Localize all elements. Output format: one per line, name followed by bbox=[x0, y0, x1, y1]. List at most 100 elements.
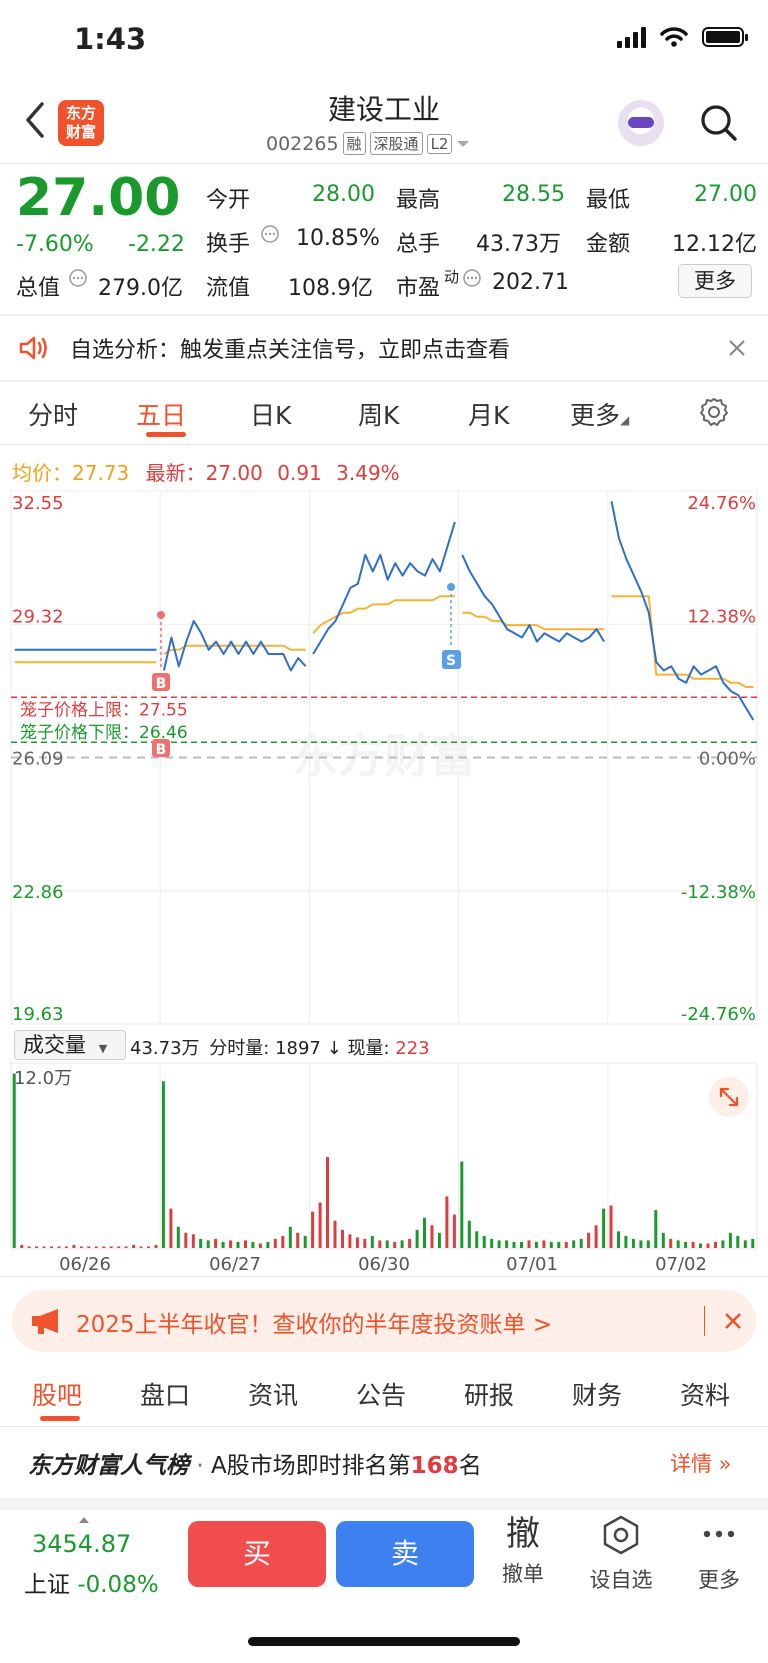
volume-bar bbox=[169, 1208, 173, 1248]
tab-announcements[interactable]: 公告 bbox=[356, 1376, 406, 1412]
dropdown-triangle-icon: ▼ bbox=[98, 1042, 108, 1055]
status-icons bbox=[617, 26, 748, 48]
volume-bar bbox=[437, 1232, 441, 1248]
close-icon[interactable] bbox=[724, 1312, 742, 1330]
svg-text:B: B bbox=[156, 742, 167, 758]
volume-bar bbox=[751, 1238, 755, 1248]
volume-bar bbox=[542, 1240, 546, 1248]
pe-value: 202.71 bbox=[492, 270, 569, 295]
volume-bar bbox=[572, 1240, 576, 1248]
index-row[interactable]: 上证 -0.08% bbox=[24, 1565, 159, 1599]
divider bbox=[0, 163, 768, 164]
rank-suffix: 名 bbox=[458, 1453, 482, 1479]
chart-tabs: 分时 五日 日K 周K 月K 更多◢ bbox=[0, 382, 768, 444]
price-line bbox=[14, 501, 755, 721]
volume-bar bbox=[355, 1237, 359, 1248]
info-dots-icon[interactable] bbox=[68, 268, 88, 288]
rank-brand: 东方财富人气榜 bbox=[28, 1453, 189, 1479]
volume-chart-frame bbox=[10, 1062, 758, 1250]
settings-gear-icon[interactable] bbox=[698, 396, 730, 428]
average-price-line bbox=[14, 595, 754, 688]
volume-bar bbox=[669, 1238, 673, 1248]
info-dots-icon[interactable] bbox=[462, 268, 482, 288]
robot-assistant-icon[interactable] bbox=[618, 100, 664, 146]
volume-bar bbox=[57, 1246, 61, 1248]
volume-bar bbox=[639, 1240, 643, 1248]
tab-five-day[interactable]: 五日 bbox=[136, 396, 186, 432]
popularity-rank[interactable]: 东方财富人气榜 · A股市场即时排名第168名 bbox=[28, 1446, 482, 1480]
add-watchlist-icon bbox=[603, 1515, 639, 1555]
dropdown-triangle-icon: ◢ bbox=[620, 413, 630, 427]
y-right-label: -24.76% bbox=[681, 1004, 756, 1025]
tab-profile[interactable]: 资料 bbox=[680, 1376, 730, 1412]
mktcap-label: 总值 bbox=[16, 276, 61, 301]
volume-value: 43.73万 bbox=[476, 232, 561, 257]
y-right-label: 0.00% bbox=[699, 749, 756, 770]
tag-connect: 深股通 bbox=[369, 132, 423, 155]
add-watchlist-button[interactable]: 设自选 bbox=[576, 1514, 666, 1594]
volume-bar bbox=[743, 1240, 747, 1248]
tick-volume-value: 1897 bbox=[275, 1038, 321, 1059]
tab-daily-k[interactable]: 日K bbox=[250, 396, 291, 432]
volume-bar bbox=[497, 1240, 501, 1248]
tab-finance[interactable]: 财务 bbox=[572, 1376, 622, 1412]
more-button[interactable]: 更多 bbox=[674, 1514, 764, 1594]
down-arrow-icon: ↓ bbox=[326, 1038, 342, 1059]
info-dots-icon[interactable] bbox=[260, 224, 280, 244]
x-date-label: 06/27 bbox=[209, 1254, 261, 1275]
volume-bar bbox=[318, 1202, 322, 1248]
rank-detail-link[interactable]: 详情 » bbox=[670, 1448, 732, 1478]
buy-button[interactable]: 买 bbox=[188, 1521, 326, 1587]
volume-bar bbox=[445, 1196, 449, 1248]
indicator-selector[interactable]: 成交量 ▼ bbox=[14, 1030, 126, 1060]
expand-up-icon[interactable] bbox=[78, 1516, 90, 1524]
volume-bar bbox=[385, 1240, 389, 1248]
tab-news[interactable]: 资讯 bbox=[248, 1376, 298, 1412]
tab-active-underline bbox=[146, 432, 186, 437]
volume-total: 43.73万 bbox=[130, 1038, 200, 1059]
search-icon[interactable] bbox=[698, 102, 738, 142]
tag-l2: L2 bbox=[426, 133, 453, 154]
tab-more[interactable]: 更多◢ bbox=[570, 396, 629, 432]
volume-bar bbox=[266, 1241, 270, 1248]
volume-bar bbox=[363, 1238, 367, 1248]
volume-bar bbox=[161, 1081, 165, 1248]
mktcap-value: 279.0亿 bbox=[98, 276, 183, 301]
buy-marker-lower[interactable]: B bbox=[152, 739, 170, 758]
stock-code-row[interactable]: 002265 融 深股通 L2 bbox=[266, 132, 470, 155]
high-value: 28.55 bbox=[502, 182, 565, 207]
dropdown-triangle-icon bbox=[457, 140, 470, 147]
volume-bar bbox=[154, 1245, 158, 1248]
volume-bar bbox=[408, 1238, 412, 1248]
volume-bar bbox=[244, 1240, 247, 1248]
index-value[interactable]: 3454.87 bbox=[32, 1530, 131, 1558]
tab-weekly-k[interactable]: 周K bbox=[358, 396, 399, 432]
volume-bar bbox=[378, 1240, 382, 1248]
volume-bar bbox=[423, 1217, 426, 1248]
expand-icon[interactable] bbox=[709, 1077, 749, 1117]
volume-bar bbox=[490, 1238, 494, 1248]
banner-text: 2025上半年收官！查收你的半年度投资账单 > bbox=[76, 1312, 553, 1338]
five-day-chart[interactable]: 东方财富 笼子价格上限：27.55 笼子价格下限：26.46 32.55 29.… bbox=[0, 448, 768, 1278]
volume-bar bbox=[333, 1220, 337, 1248]
battery-icon bbox=[702, 27, 748, 47]
close-icon[interactable] bbox=[728, 339, 746, 357]
tab-monthly-k[interactable]: 月K bbox=[468, 396, 509, 432]
volume-bar bbox=[251, 1241, 255, 1248]
promo-banner[interactable]: 2025上半年收官！查收你的半年度投资账单 > bbox=[12, 1290, 756, 1352]
volume-bar bbox=[520, 1241, 523, 1248]
tab-order-book[interactable]: 盘口 bbox=[140, 1376, 190, 1412]
low-value: 27.00 bbox=[694, 182, 757, 207]
tab-research[interactable]: 研报 bbox=[464, 1376, 514, 1412]
tab-intraday[interactable]: 分时 bbox=[28, 396, 78, 432]
tick-volume-label: 分时量: bbox=[209, 1038, 270, 1059]
cancel-order-button[interactable]: 撤 撤单 bbox=[478, 1514, 568, 1588]
notice-bar[interactable]: 自选分析：触发重点关注信号，立即点击查看 bbox=[0, 316, 768, 380]
volume-bar bbox=[602, 1208, 606, 1248]
volume-bar bbox=[460, 1161, 464, 1248]
tab-guba[interactable]: 股吧 bbox=[32, 1376, 82, 1412]
sell-button[interactable]: 卖 bbox=[336, 1521, 474, 1587]
volume-bar bbox=[646, 1240, 650, 1248]
quote-more-button[interactable]: 更多 bbox=[678, 264, 752, 298]
y-right-label: 12.38% bbox=[687, 606, 756, 627]
